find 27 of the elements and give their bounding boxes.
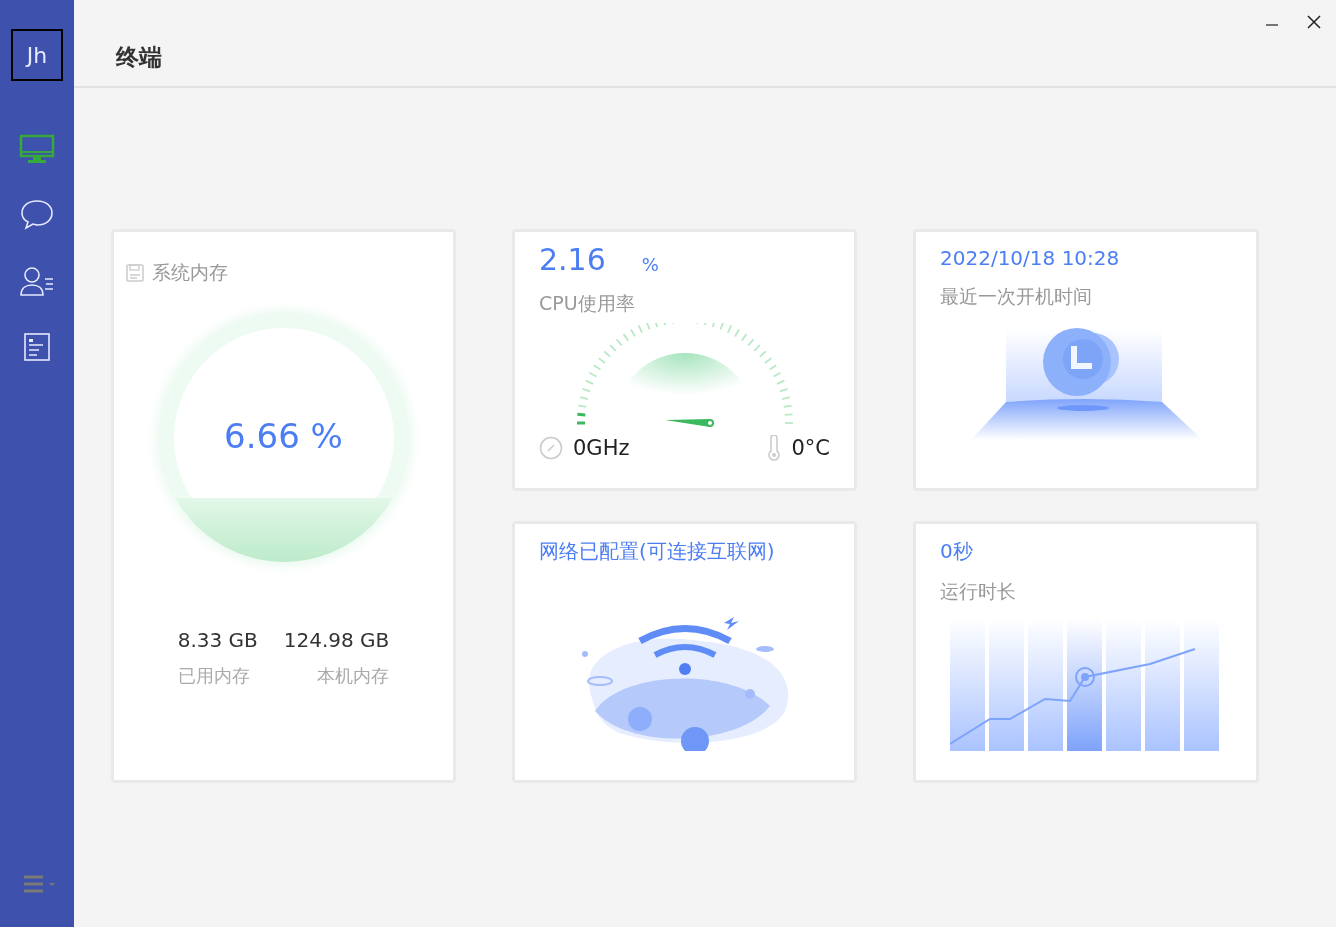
save-icon (126, 264, 144, 282)
close-icon[interactable] (1306, 14, 1322, 30)
uptime-label: 运行时长 (940, 579, 1017, 604)
avatar[interactable]: Jh (11, 29, 63, 81)
speedometer-icon (539, 436, 563, 460)
monitor-icon (19, 134, 55, 164)
total-memory-value: 124.98 GB (283, 628, 390, 652)
boot-time-value: 2022/10/18 10:28 (940, 246, 1121, 270)
highlight-point (1075, 667, 1095, 687)
network-status: 网络已配置(可连接互联网) (539, 538, 776, 565)
uptime-value: 0秒 (940, 538, 974, 565)
cpu-temperature: 0°C (791, 436, 830, 460)
used-memory-label: 已用内存 (177, 664, 251, 688)
cpu-frequency: 0GHz (573, 436, 630, 460)
window-title: 终端 (116, 43, 162, 72)
user-list-icon (19, 265, 55, 297)
cpu-usage-label: CPU使用率 (539, 291, 636, 316)
memory-title: 系统内存 (152, 260, 228, 285)
thermometer-icon (767, 435, 782, 461)
memory-percentage: 6.66 % (223, 416, 344, 456)
total-memory-label: 本机内存 (317, 664, 390, 688)
document-icon (23, 332, 51, 362)
used-memory-value: 8.33 GB (177, 628, 258, 652)
percent-unit: % (641, 254, 659, 275)
cpu-usage-value: 2.16 (539, 242, 606, 277)
chat-bubble-icon (20, 199, 54, 231)
boot-time-label: 最近一次开机时间 (940, 284, 1093, 309)
